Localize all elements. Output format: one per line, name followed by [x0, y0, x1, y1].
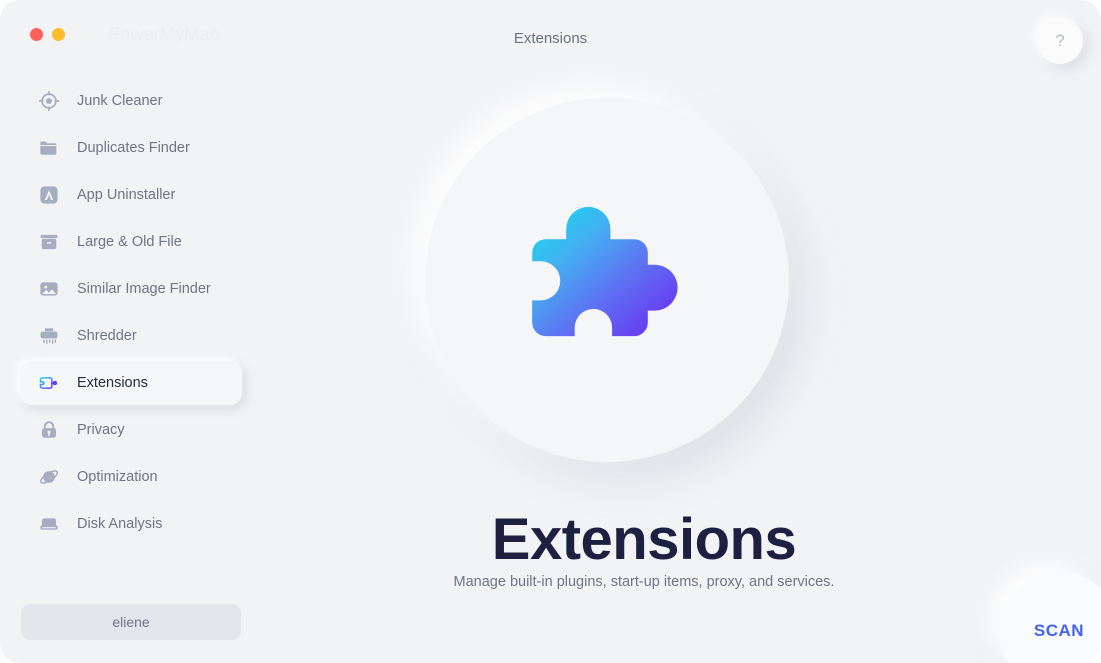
title-bar: PowerMyMac Extensions ? — [0, 0, 1101, 70]
image-icon — [38, 278, 60, 300]
app-window: PowerMyMac Extensions ? Junk Cleaner Dup… — [0, 0, 1101, 663]
sidebar-item-label: App Uninstaller — [77, 187, 176, 203]
sidebar-item-label: Junk Cleaner — [77, 93, 163, 109]
question-mark-icon: ? — [1055, 31, 1065, 50]
sidebar-item-large-and-old-file[interactable]: Large & Old File — [20, 220, 242, 264]
hard-drive-icon — [38, 513, 60, 535]
sidebar-item-extensions[interactable]: Extensions — [20, 361, 242, 405]
page-title: Extensions — [491, 507, 797, 572]
sidebar-item-shredder[interactable]: Shredder — [20, 314, 242, 358]
sidebar-item-label: Extensions — [77, 375, 148, 391]
sidebar-item-label: Privacy — [77, 422, 125, 438]
puzzle-piece-icon — [531, 206, 678, 337]
sidebar-item-duplicates-finder[interactable]: Duplicates Finder — [20, 126, 242, 170]
planet-orbit-icon — [38, 466, 60, 488]
sidebar-item-label: Disk Analysis — [77, 516, 163, 532]
shredder-icon — [38, 325, 60, 347]
sidebar-item-junk-cleaner[interactable]: Junk Cleaner — [20, 79, 242, 123]
target-icon — [38, 90, 60, 112]
folder-icon — [38, 137, 60, 159]
sidebar-item-app-uninstaller[interactable]: App Uninstaller — [20, 173, 242, 217]
box-icon — [38, 231, 60, 253]
sidebar-item-optimization[interactable]: Optimization — [20, 455, 242, 499]
sidebar-item-privacy[interactable]: Privacy — [20, 408, 242, 452]
sidebar-item-label: Optimization — [77, 469, 158, 485]
sidebar-item-label: Large & Old File — [77, 234, 182, 250]
main-content: Extensions Manage built-in plugins, star… — [262, 70, 1101, 663]
page-subtitle: Manage built-in plugins, start-up items,… — [453, 574, 835, 590]
close-window-button[interactable] — [30, 28, 43, 41]
user-account-button[interactable]: eliene — [21, 604, 241, 640]
app-title: PowerMyMac — [108, 24, 220, 44]
help-button[interactable]: ? — [1037, 18, 1083, 64]
puzzle-plug-icon — [38, 372, 60, 394]
minimize-window-button[interactable] — [52, 28, 65, 41]
hero-illustration-circle — [424, 98, 789, 462]
sidebar-item-label: Duplicates Finder — [77, 140, 190, 156]
sidebar-item-label: Shredder — [77, 328, 137, 344]
sidebar-item-label: Similar Image Finder — [77, 281, 211, 297]
sidebar-item-similar-image-finder[interactable]: Similar Image Finder — [20, 267, 242, 311]
traffic-lights — [30, 28, 65, 41]
app-store-icon — [38, 184, 60, 206]
lock-icon — [38, 419, 60, 441]
